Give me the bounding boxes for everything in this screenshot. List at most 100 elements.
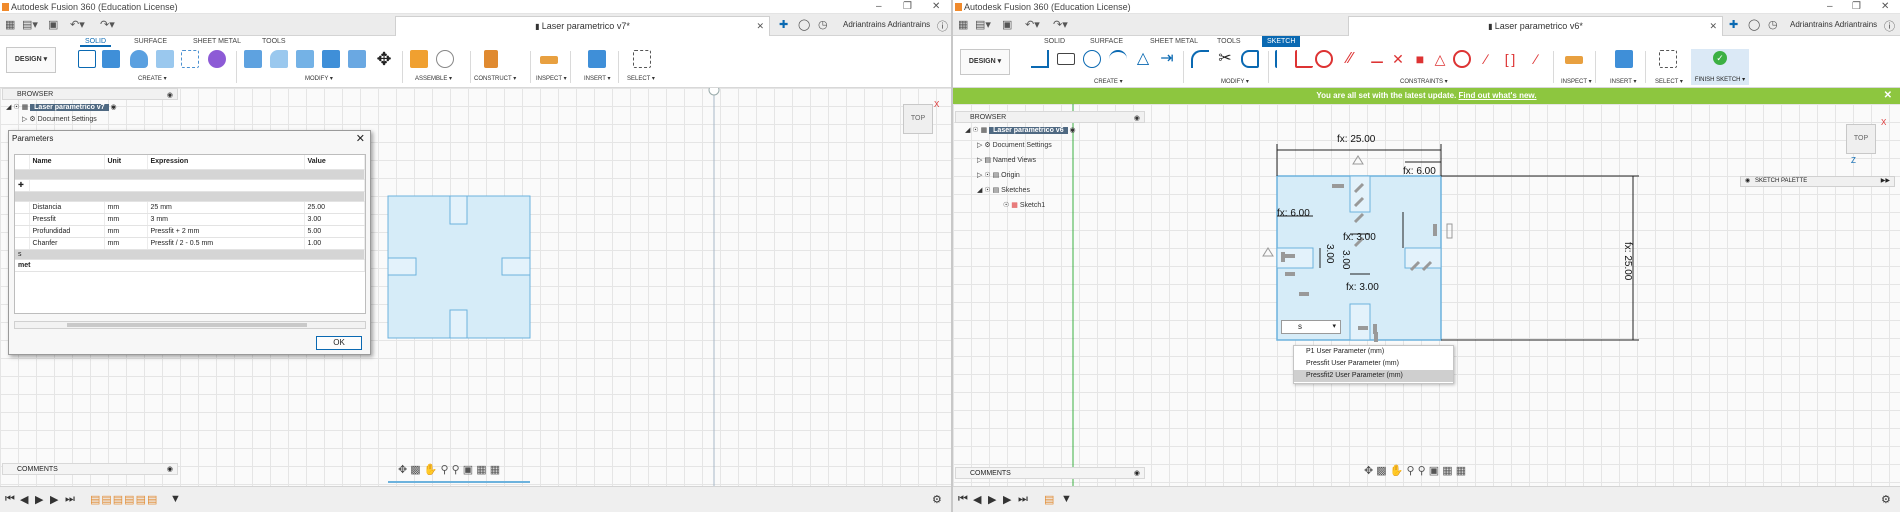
extensions-icon[interactable]: ◯	[798, 18, 810, 31]
eye-icon[interactable]: ☉	[972, 127, 978, 134]
tab-sketch[interactable]: SKETCH	[1262, 36, 1301, 47]
table-row[interactable]: Profundidad mm Pressfit + 2 mm 5.00	[15, 225, 365, 238]
close-banner-icon[interactable]: ✕	[1884, 88, 1892, 104]
dim-vertical-a-text[interactable]: 3.00	[1324, 244, 1335, 264]
group-select[interactable]: SELECT ▾	[627, 75, 655, 82]
timeline-features[interactable]: ▤▤▤▤▤▤	[90, 493, 158, 506]
vertical-constraint-icon[interactable]	[1374, 332, 1378, 342]
look-at-icon[interactable]: ▩	[410, 464, 420, 476]
undo-icon[interactable]: ↶▾	[1025, 18, 1040, 31]
fit-icon[interactable]: ⚲	[452, 464, 460, 476]
joint-icon[interactable]	[436, 50, 454, 68]
offset-plane-icon[interactable]	[484, 50, 498, 68]
chamfer-icon[interactable]	[296, 50, 314, 68]
group-assemble[interactable]: ASSEMBLE ▾	[415, 75, 452, 82]
browser-item-origin[interactable]: ▷ ☉ ▤ Origin	[955, 168, 1145, 183]
table-row[interactable]: Distancia mm 25 mm 25.00	[15, 201, 365, 214]
perpendicular-icon[interactable]	[1295, 50, 1313, 68]
sweep-icon[interactable]	[156, 50, 174, 68]
grid-settings-icon[interactable]: ▦	[1442, 465, 1452, 477]
group-modify[interactable]: MODIFY ▾	[305, 75, 333, 82]
tab-sheet-metal[interactable]: SHEET METAL	[188, 36, 246, 47]
horizontal-constraint-icon[interactable]	[1358, 326, 1368, 330]
combine-icon[interactable]	[348, 50, 366, 68]
sketch-palette-header[interactable]: ◉ SKETCH PALETTE ▶▶	[1740, 176, 1895, 187]
shell-icon[interactable]	[322, 50, 340, 68]
browser-header[interactable]: BROWSER ◉	[955, 111, 1145, 123]
tangent-icon[interactable]	[1315, 50, 1333, 68]
eye-icon[interactable]: ☉	[984, 172, 990, 179]
slot-bottom[interactable]	[1349, 303, 1371, 341]
browser-item-named-views[interactable]: ▷ ▤ Named Views	[955, 153, 1145, 168]
settings-icon[interactable]: ⚙	[1881, 493, 1891, 506]
horizontal-constraint-icon[interactable]	[1285, 272, 1295, 276]
zoom-icon[interactable]: ⚲	[1407, 465, 1415, 477]
group-insert[interactable]: INSERT ▾	[584, 75, 610, 82]
help-icon[interactable]: ⓘ	[1884, 18, 1895, 34]
orbit-icon[interactable]: ✥	[398, 464, 407, 476]
minimize-icon[interactable]: –	[1827, 0, 1833, 14]
step-back-icon[interactable]: ◀	[20, 493, 28, 506]
param-expression[interactable]: 3 mm	[147, 213, 305, 226]
document-tab[interactable]: ▮ Laser parametrico v7* ✕	[395, 16, 770, 36]
tab-surface[interactable]: SURFACE	[129, 36, 172, 47]
timeline-marker-icon[interactable]: ▼	[1061, 493, 1072, 505]
circle-icon[interactable]	[1083, 50, 1101, 68]
browser-item-document-settings[interactable]: ▷ ⚙ Document Settings	[955, 138, 1145, 153]
go-to-end-icon[interactable]: ⏭	[1018, 493, 1028, 506]
midpoint-constraint-icon[interactable]	[1262, 247, 1274, 257]
banner-link[interactable]: Find out what's new.	[1459, 91, 1537, 100]
dimension-handle[interactable]	[1446, 223, 1453, 239]
table-row[interactable]: Pressfit mm 3 mm 3.00	[15, 213, 365, 226]
lock-icon[interactable]: ■	[1411, 50, 1429, 68]
eye-icon[interactable]: ☉	[1003, 202, 1009, 209]
play-icon[interactable]: ▶	[988, 493, 996, 506]
concentric-icon[interactable]	[1453, 50, 1471, 68]
browser-root[interactable]: ◢ ☉ ▦ Laser parametrico v6 ◉	[955, 123, 1145, 138]
fit-icon[interactable]: ⚲	[1418, 465, 1426, 477]
timeline-marker-icon[interactable]: ▼	[170, 493, 181, 505]
autocomplete-item[interactable]: Pressfit User Parameter (mm)	[1294, 358, 1453, 370]
eye-icon[interactable]: ☉	[984, 187, 990, 194]
coincident-icon[interactable]: ✕	[1389, 50, 1407, 68]
expand-icon[interactable]: ▷	[977, 157, 982, 164]
move-icon[interactable]: ✥	[375, 50, 393, 68]
arc-icon[interactable]	[1109, 50, 1127, 68]
restore-icon[interactable]: ❐	[903, 0, 912, 14]
new-tab-icon[interactable]: ✚	[1729, 18, 1738, 31]
autocomplete-item[interactable]: P1 User Parameter (mm)	[1294, 346, 1453, 358]
press-pull-icon[interactable]	[244, 50, 262, 68]
activate-icon[interactable]: ◉	[111, 104, 117, 111]
slot-top[interactable]	[1349, 175, 1371, 213]
insert-image-icon[interactable]	[588, 50, 606, 68]
param-unit[interactable]: mm	[104, 225, 148, 238]
tab-sheet-metal[interactable]: SHEET METAL	[1145, 36, 1203, 47]
create-sketch-icon[interactable]	[78, 50, 96, 68]
expand-icon[interactable]: ▷	[22, 116, 27, 123]
close-icon[interactable]: ✕	[932, 0, 940, 14]
equal-icon[interactable]: ⚊	[1368, 50, 1386, 68]
dim-top-slot-text[interactable]: fx: 6.00	[1403, 166, 1436, 177]
expand-icon[interactable]: ▷	[977, 142, 982, 149]
collapse-icon[interactable]: ◢	[977, 187, 982, 194]
param-unit[interactable]: mm	[104, 201, 148, 214]
slot-left[interactable]	[387, 257, 417, 276]
select-icon[interactable]	[633, 50, 651, 68]
new-tab-icon[interactable]: ✚	[779, 18, 788, 31]
pin-icon[interactable]: ◉	[1745, 177, 1750, 186]
offset-icon[interactable]	[1241, 50, 1259, 68]
viewports-icon[interactable]: ▦	[490, 464, 500, 476]
param-unit[interactable]: mm	[104, 213, 148, 226]
eye-icon[interactable]: ☉	[13, 104, 19, 111]
insert-image-icon[interactable]	[1615, 50, 1633, 68]
tab-solid[interactable]: SOLID	[80, 36, 112, 47]
viewport[interactable]: fx: 25.00 fx: 25.00 fx: 6.00 fx: 6.00 fx…	[953, 104, 1900, 486]
close-icon[interactable]: ✕	[1881, 0, 1889, 14]
dim-top-text[interactable]: fx: 25.00	[1337, 134, 1376, 145]
vertical-constraint-icon[interactable]	[1281, 252, 1285, 262]
panel-pin-icon[interactable]: ◉	[1134, 468, 1140, 479]
dim-vertical-b-text[interactable]: 3.00	[1340, 250, 1351, 270]
workspace-switcher[interactable]: DESIGN ▾	[960, 49, 1010, 75]
close-tab-icon[interactable]: ✕	[756, 17, 764, 36]
slot-right[interactable]	[1404, 247, 1442, 269]
